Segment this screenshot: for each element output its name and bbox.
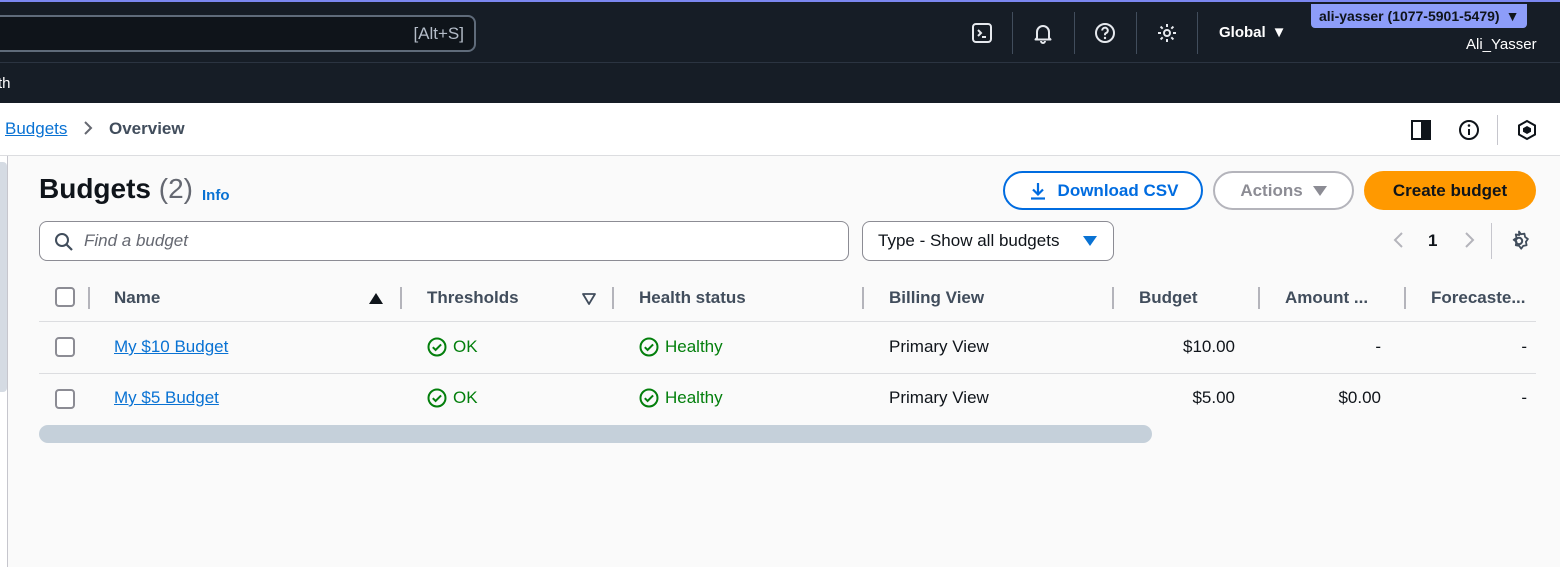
sort-ascending-icon[interactable]: [369, 292, 383, 310]
gear-icon[interactable]: [1154, 20, 1180, 46]
help-icon[interactable]: [1092, 20, 1118, 46]
row-checkbox[interactable]: [55, 337, 75, 357]
caret-down-icon: ▼: [1505, 8, 1520, 24]
column-divider: [88, 287, 90, 309]
amazon-q-icon[interactable]: [1515, 118, 1539, 142]
search-shortcut-hint: [Alt+S]: [413, 24, 464, 43]
budget-amount-cell: $10.00: [1183, 337, 1235, 356]
actions-button[interactable]: Actions: [1213, 171, 1354, 210]
chevron-left-icon[interactable]: [1390, 230, 1408, 255]
billing-view-cell: Primary View: [889, 388, 989, 407]
account-menu[interactable]: ali-yasser (1077-5901-5479) ▼: [1311, 4, 1528, 28]
column-divider[interactable]: [1112, 287, 1114, 309]
top-navigation: [Alt+S] Global ▼ ali-yasser (1077-5901-5…: [0, 0, 1560, 62]
column-divider[interactable]: [862, 287, 864, 309]
side-panel-scrollbar[interactable]: [0, 162, 7, 392]
health-status: Healthy: [639, 337, 723, 357]
column-header-health-status[interactable]: Health status: [639, 288, 746, 308]
check-circle-icon: [427, 388, 447, 408]
toolbar-divider: [1497, 115, 1498, 145]
budget-count: (2): [158, 173, 194, 204]
sort-icon[interactable]: [582, 292, 596, 310]
actual-amount-cell: -: [1375, 337, 1381, 356]
budget-amount-cell: $5.00: [1192, 388, 1235, 407]
actions-label: Actions: [1240, 180, 1303, 200]
column-header-amount[interactable]: Amount ...: [1285, 288, 1368, 308]
nav-divider: [1197, 12, 1198, 54]
find-budget-input[interactable]: [84, 222, 834, 260]
download-icon: [1030, 182, 1045, 200]
caret-down-icon: [1083, 236, 1097, 246]
column-divider[interactable]: [400, 287, 402, 309]
column-divider[interactable]: [1404, 287, 1406, 309]
split-panel-icon[interactable]: [1409, 118, 1433, 142]
cloudshell-icon[interactable]: [969, 20, 995, 46]
column-divider[interactable]: [612, 287, 614, 309]
type-filter-select[interactable]: Type - Show all budgets: [862, 221, 1114, 261]
select-all-checkbox[interactable]: [55, 287, 75, 307]
current-page-number[interactable]: 1: [1428, 231, 1437, 251]
page-title: Budgets (2): [39, 173, 193, 205]
account-label: ali-yasser (1077-5901-5479): [1319, 8, 1500, 24]
create-budget-button[interactable]: Create budget: [1364, 171, 1536, 210]
horizontal-scrollbar[interactable]: [39, 425, 1152, 443]
settings-icon[interactable]: [1507, 229, 1531, 258]
table-header-divider: [39, 321, 1536, 322]
info-link[interactable]: Info: [202, 187, 230, 204]
download-csv-label: Download CSV: [1057, 180, 1179, 200]
budget-name-link[interactable]: My $10 Budget: [114, 337, 228, 357]
create-budget-label: Create budget: [1392, 180, 1508, 200]
nav-divider: [1136, 12, 1137, 54]
info-icon[interactable]: [1457, 118, 1481, 142]
search-icon: [54, 232, 74, 257]
caret-down-icon: [1312, 185, 1327, 196]
global-search[interactable]: [Alt+S]: [0, 15, 476, 52]
threshold-status: OK: [427, 388, 478, 408]
budget-name-link[interactable]: My $5 Budget: [114, 388, 219, 408]
column-header-thresholds[interactable]: Thresholds: [427, 288, 519, 308]
threshold-status: OK: [427, 337, 478, 357]
health-status-label: Healthy: [665, 337, 723, 356]
side-panel-edge: [0, 156, 8, 567]
check-circle-icon: [639, 337, 659, 357]
check-circle-icon: [427, 337, 447, 357]
column-header-budget[interactable]: Budget: [1139, 288, 1198, 308]
column-header-name[interactable]: Name: [114, 288, 160, 308]
caret-down-icon: ▼: [1271, 24, 1287, 41]
secondary-navigation: th: [0, 62, 1560, 103]
username: Ali_Yasser: [1466, 36, 1537, 53]
region-label: Global: [1219, 24, 1266, 41]
billing-view-cell: Primary View: [889, 337, 989, 356]
find-budget-field[interactable]: [39, 221, 849, 261]
nav-divider: [1074, 12, 1075, 54]
subnav-item[interactable]: th: [0, 75, 11, 92]
row-checkbox[interactable]: [55, 389, 75, 409]
page-title-text: Budgets: [39, 173, 151, 204]
breadcrumb-budgets-link[interactable]: Budgets: [5, 119, 67, 139]
breadcrumb-bar: Budgets Overview: [0, 103, 1560, 156]
download-csv-button[interactable]: Download CSV: [1003, 171, 1203, 210]
chevron-right-icon: [82, 119, 96, 142]
pager-divider: [1491, 223, 1492, 259]
threshold-status-label: OK: [453, 337, 478, 356]
column-divider[interactable]: [1258, 287, 1260, 309]
column-header-billing-view[interactable]: Billing View: [889, 288, 984, 308]
chevron-right-icon[interactable]: [1460, 230, 1478, 255]
health-status-label: Healthy: [665, 388, 723, 407]
row-divider: [39, 373, 1536, 374]
bell-icon[interactable]: [1030, 20, 1056, 46]
breadcrumb-current: Overview: [109, 119, 185, 138]
region-selector[interactable]: Global ▼: [1219, 24, 1287, 41]
check-circle-icon: [639, 388, 659, 408]
forecasted-amount-cell: -: [1521, 337, 1527, 356]
health-status: Healthy: [639, 388, 723, 408]
nav-divider: [1012, 12, 1013, 54]
type-filter-value: Type - Show all budgets: [878, 231, 1060, 250]
threshold-status-label: OK: [453, 388, 478, 407]
column-header-forecasted[interactable]: Forecaste...: [1431, 288, 1526, 308]
forecasted-amount-cell: -: [1521, 388, 1527, 407]
actual-amount-cell: $0.00: [1338, 388, 1381, 407]
